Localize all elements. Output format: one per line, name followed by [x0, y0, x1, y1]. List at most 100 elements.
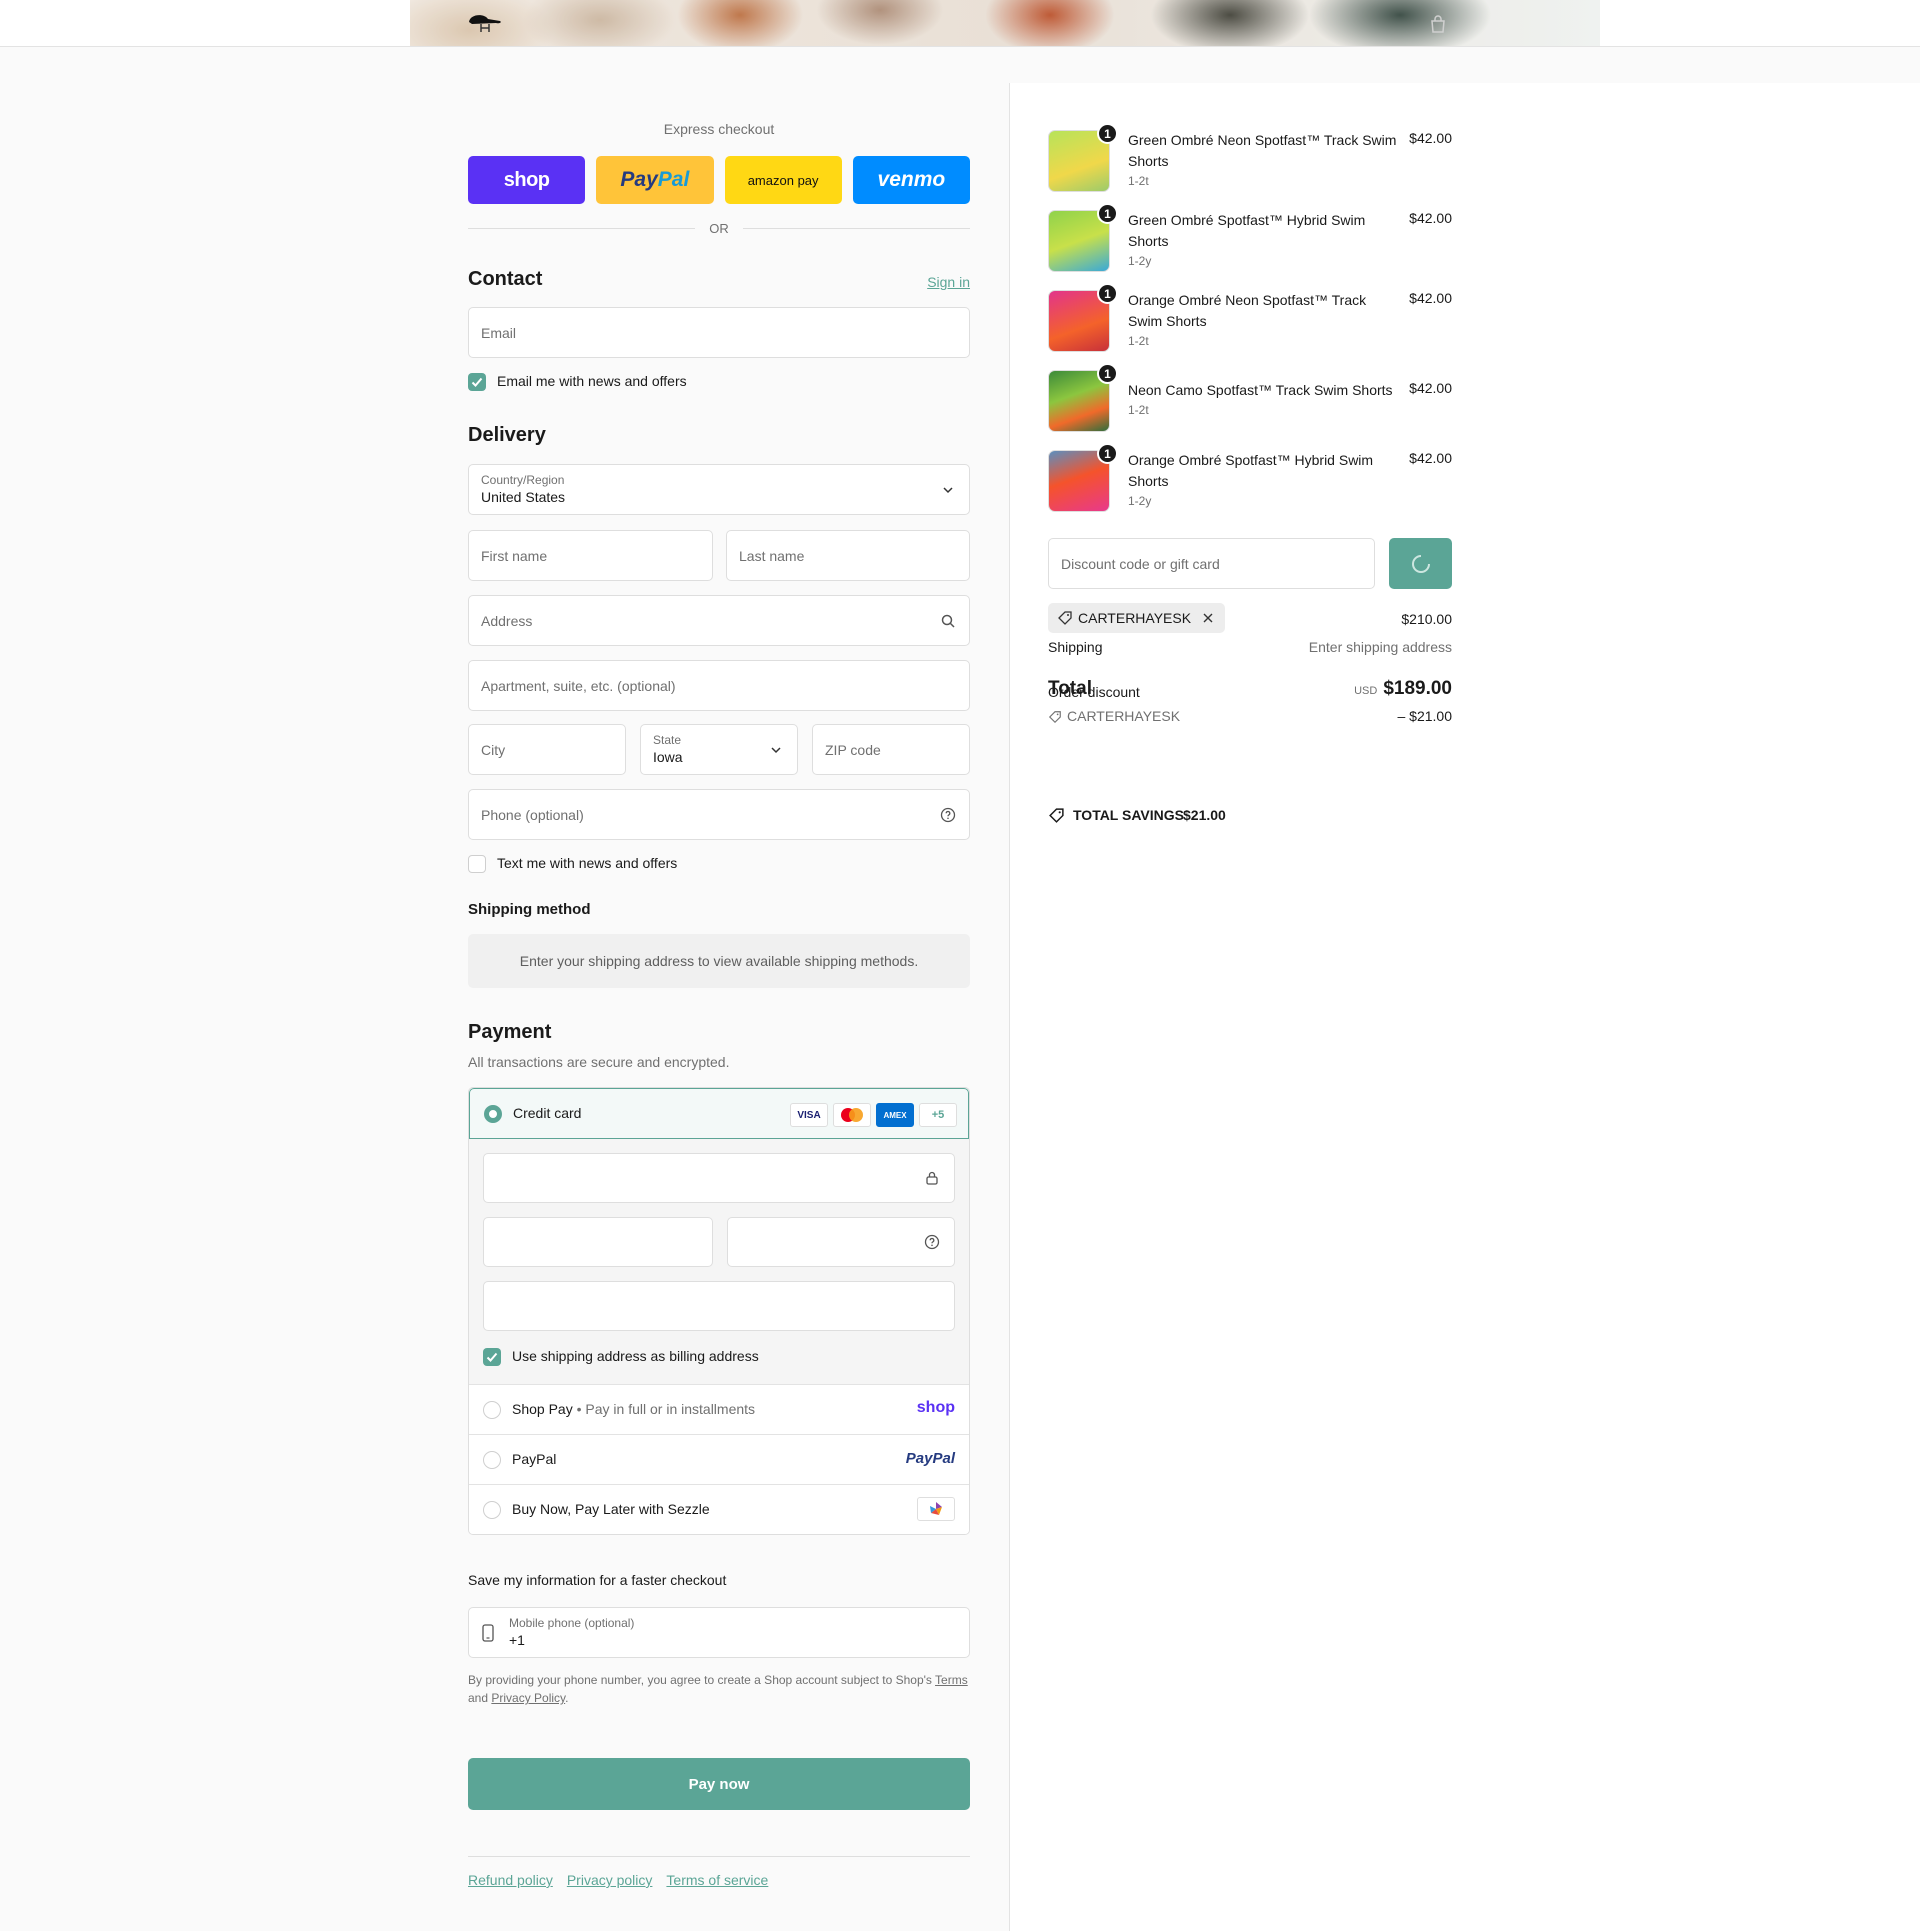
zip-field[interactable]: ZIP code [812, 724, 970, 775]
terms-link[interactable]: Terms [935, 1673, 968, 1687]
quantity-badge: 1 [1097, 203, 1118, 224]
subtotal-value: $210.00 [1401, 611, 1452, 627]
privacy-policy-footer-link[interactable]: Privacy policy [567, 1872, 653, 1888]
lock-icon [926, 1171, 938, 1185]
paypal-radio[interactable] [483, 1451, 501, 1469]
sezzle-option-label: Buy Now, Pay Later with Sezzle [512, 1501, 710, 1517]
card-number-field[interactable] [483, 1153, 955, 1203]
first-name-field[interactable]: First name [468, 530, 713, 581]
total-value: $189.00 [1383, 678, 1452, 699]
apartment-placeholder: Apartment, suite, etc. (optional) [481, 677, 676, 694]
item-variant: 1-2t [1128, 403, 1149, 417]
hat-logo-icon[interactable] [466, 10, 506, 34]
security-code-field[interactable] [727, 1217, 955, 1267]
shop-pay-label: shop [503, 168, 550, 191]
name-on-card-field[interactable] [483, 1281, 955, 1331]
checkmark-icon [471, 377, 483, 387]
visa-icon: VISA [790, 1103, 828, 1127]
amazon-pay-label: amazon pay [747, 172, 819, 188]
mastercard-icon [833, 1103, 871, 1127]
terms-of-service-link[interactable]: Terms of service [666, 1872, 768, 1888]
shipping-label: Shipping [1048, 639, 1103, 655]
shipping-value: Enter shipping address [1308, 639, 1452, 655]
city-field[interactable]: City [468, 724, 626, 775]
chevron-down-icon [771, 746, 781, 753]
privacy-policy-link[interactable]: Privacy Policy [491, 1691, 565, 1705]
currency-code: USD [1354, 685, 1378, 697]
address-field[interactable]: Address [468, 595, 970, 646]
tag-icon [1048, 711, 1061, 724]
shopping-bag-icon[interactable] [1428, 14, 1448, 34]
or-label: OR [709, 220, 729, 236]
mobile-phone-field[interactable]: Mobile phone (optional) +1 [468, 1607, 970, 1658]
payment-subtitle: All transactions are secure and encrypte… [468, 1054, 730, 1070]
discount-code-field[interactable]: Discount code or gift card [1048, 538, 1375, 589]
item-name: Green Ombré Neon Spotfast™ Track Swim Sh… [1128, 132, 1397, 169]
help-circle-icon[interactable] [940, 807, 956, 823]
city-placeholder: City [481, 741, 506, 758]
last-name-placeholder: Last name [739, 547, 805, 564]
paypal-express-button[interactable]: Pay Pal [596, 156, 714, 204]
cart-item: 1 Orange Ombré Spotfast™ Hybrid Swim Sho… [1048, 443, 1452, 520]
credit-card-option[interactable]: Credit card VISA AMEX +5 [469, 1088, 969, 1139]
state-select[interactable]: State Iowa [640, 724, 798, 775]
sezzle-radio[interactable] [483, 1501, 501, 1519]
order-summary-panel [1009, 83, 1920, 1931]
credit-card-radio[interactable] [484, 1105, 502, 1123]
item-variant: 1-2t [1128, 334, 1149, 348]
refund-policy-link[interactable]: Refund policy [468, 1872, 553, 1888]
spinner-icon [1412, 555, 1430, 573]
apply-discount-button[interactable] [1389, 538, 1452, 589]
sign-in-link[interactable]: Sign in [927, 274, 970, 290]
paypal-option[interactable]: PayPal PayPal [469, 1434, 969, 1484]
shop-pay-name: Shop Pay [512, 1401, 573, 1417]
item-variant: 1-2t [1128, 174, 1149, 188]
quantity-badge: 1 [1097, 443, 1118, 464]
last-name-field[interactable]: Last name [726, 530, 970, 581]
email-news-checkbox[interactable] [468, 373, 486, 391]
checkmark-icon [486, 1352, 498, 1362]
legal-text: By providing your phone number, you agre… [468, 1671, 970, 1707]
first-name-placeholder: First name [481, 547, 548, 564]
email-news-label: Email me with news and offers [497, 373, 687, 389]
email-field[interactable]: Email [468, 307, 970, 358]
paypal-option-label: PayPal [512, 1451, 557, 1467]
shop-pay-radio[interactable] [483, 1401, 501, 1419]
text-news-checkbox[interactable] [468, 855, 486, 873]
help-circle-icon[interactable] [924, 1234, 940, 1250]
legal-text-1: By providing your phone number, you agre… [468, 1673, 936, 1687]
total-row: Total USD $189.00 [1048, 678, 1452, 700]
cart-item: 1 Green Ombré Spotfast™ Hybrid Swim Shor… [1048, 203, 1452, 280]
billing-same-checkbox[interactable] [483, 1348, 501, 1366]
venmo-express-button[interactable]: venmo [852, 156, 970, 204]
divider-line [468, 227, 696, 229]
discount-value: – $21.00 [1397, 708, 1453, 724]
shop-pay-sub: Pay in full or in installments [585, 1401, 756, 1417]
credit-card-label: Credit card [513, 1105, 582, 1121]
paypal-label-pay: Pay [620, 168, 658, 191]
sezzle-logo-icon [930, 1502, 942, 1515]
sezzle-option[interactable]: Buy Now, Pay Later with Sezzle [469, 1484, 969, 1534]
expiration-date-field[interactable] [483, 1217, 713, 1267]
pay-now-label: Pay now [688, 1775, 750, 1793]
mobile-phone-value: +1 [509, 1632, 525, 1648]
phone-field[interactable]: Phone (optional) [468, 789, 970, 840]
country-select[interactable]: Country/Region United States [468, 464, 970, 515]
amazon-pay-express-button[interactable]: amazon pay [724, 156, 842, 204]
apartment-field[interactable]: Apartment, suite, etc. (optional) [468, 660, 970, 711]
quantity-badge: 1 [1097, 283, 1118, 304]
country-label: Country/Region [481, 473, 565, 487]
cart-item: 1 Orange Ombré Neon Spotfast™ Track Swim… [1048, 283, 1452, 360]
phone-placeholder: Phone (optional) [481, 806, 584, 823]
state-label: State [653, 733, 682, 747]
tag-icon [1049, 808, 1064, 823]
shop-pay-option[interactable]: Shop Pay • Pay in full or in installment… [469, 1384, 969, 1434]
shop-pay-express-button[interactable]: shop [468, 156, 586, 204]
or-divider: OR [468, 220, 970, 236]
shipping-method-message: Enter your shipping address to view avai… [468, 934, 970, 988]
shipping-method-text: Enter your shipping address to view avai… [519, 953, 919, 969]
more-cards-badge: +5 [919, 1103, 957, 1127]
pay-now-button[interactable]: Pay now [468, 1758, 970, 1810]
item-name: Neon Camo Spotfast™ Track Swim Shorts [1128, 382, 1393, 398]
item-price: $42.00 [1409, 450, 1452, 466]
